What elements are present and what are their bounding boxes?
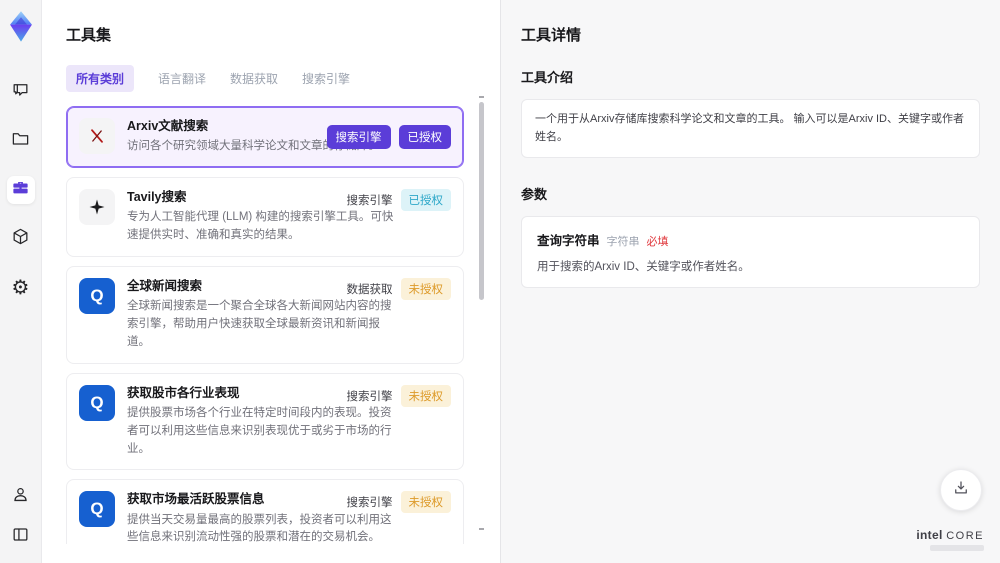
parameter-card: 查询字符串 字符串 必填 用于搜索的Arxiv ID、关键字或作者姓名。: [521, 216, 980, 289]
tool-description: 专为人工智能代理 (LLM) 构建的搜索引擎工具。可快速提供实时、准确和真实的结…: [127, 211, 394, 242]
sidebar-item-models[interactable]: [7, 225, 35, 253]
category-label: 搜索引擎: [346, 497, 393, 510]
cube-icon: [11, 227, 30, 251]
tab-data-fetching[interactable]: 数据获取: [230, 65, 278, 92]
parameter-name: 查询字符串: [537, 234, 600, 249]
scrollbar-bottom-cap: [479, 528, 484, 530]
category-label: 数据获取: [346, 283, 393, 296]
tool-list: Arxiv文献搜索 访问各个研究领域大量科学论文和文章的存储库。 搜索引擎 已授…: [66, 106, 478, 544]
tool-card-arxiv[interactable]: Arxiv文献搜索 访问各个研究领域大量科学论文和文章的存储库。 搜索引擎 已授…: [66, 106, 464, 169]
scrollbar-thumb[interactable]: [479, 102, 484, 300]
tab-all-categories[interactable]: 所有类别: [66, 65, 135, 92]
briefcase-icon: [11, 178, 30, 202]
core-wordmark: CORE: [946, 529, 984, 542]
intel-wordmark: intel: [916, 527, 943, 542]
list-scrollbar[interactable]: [479, 96, 484, 548]
sidebar-item-chat[interactable]: [7, 78, 35, 106]
chat-icon: [11, 80, 30, 104]
tab-language-translation[interactable]: 语言翻译: [158, 65, 206, 92]
user-icon: [11, 485, 30, 509]
tool-description: 全球新闻搜索是一个聚合全球各大新闻网站内容的搜索引擎，帮助用户快速获取全球最新资…: [127, 300, 392, 348]
tool-card-active-stocks[interactable]: Q 获取市场最活跃股票信息 提供当天交易量最高的股票列表，投资者可以利用这些信息…: [66, 479, 464, 544]
gear-icon: ⚙: [11, 277, 30, 299]
stock-logo-icon: Q: [79, 491, 115, 528]
category-label: 搜索引擎: [346, 195, 393, 208]
tool-description: 提供股票市场各个行业在特定时间段内的表现。投资者可以利用这些信息来识别表现优于或…: [127, 406, 392, 455]
sidebar-item-files[interactable]: [7, 127, 35, 155]
news-search-logo-icon: Q: [79, 277, 115, 314]
brand-subtext: [930, 545, 984, 551]
folder-icon: [11, 129, 30, 153]
auth-status-badge: 未授权: [400, 277, 451, 300]
detail-title: 工具详情: [521, 27, 582, 44]
tab-search-engine[interactable]: 搜索引擎: [302, 65, 350, 92]
sidebar-bottom: [7, 483, 35, 551]
tool-intro-box: 一个用于从Arxiv存储库搜索科学论文和文章的工具。 输入可以是Arxiv ID…: [521, 99, 980, 159]
page-title: 工具集: [66, 27, 112, 44]
category-tabs: 所有类别 语言翻译 数据获取 搜索引擎: [66, 65, 478, 92]
download-icon: [952, 479, 970, 502]
app-logo: [6, 10, 36, 44]
tool-detail-panel: 工具详情 工具介绍 一个用于从Arxiv存储库搜索科学论文和文章的工具。 输入可…: [500, 0, 1000, 563]
category-badge: 搜索引擎: [326, 125, 391, 150]
tool-list-panel: 工具集 所有类别 语言翻译 数据获取 搜索引擎 Arxiv文献搜索 访问各个研究…: [42, 0, 500, 563]
parameter-required-flag: 必填: [646, 236, 669, 249]
auth-status-badge: 已授权: [400, 189, 451, 212]
stock-logo-icon: Q: [79, 384, 115, 421]
arxiv-logo-icon: [79, 118, 115, 154]
scrollbar-top-cap: [479, 96, 484, 98]
auth-status-badge: 未授权: [400, 491, 451, 514]
tool-card-global-news[interactable]: Q 全球新闻搜索 全球新闻搜索是一个聚合全球各大新闻网站内容的搜索引擎，帮助用户…: [66, 265, 464, 364]
intel-core-logo: intel CORE: [916, 527, 984, 551]
params-heading: 参数: [521, 187, 548, 203]
tool-card-sector-performance[interactable]: Q 获取股市各行业表现 提供股票市场各个行业在特定时间段内的表现。投资者可以利用…: [66, 372, 464, 471]
tavily-logo-icon: [79, 189, 115, 226]
sidebar-nav: ⚙: [6, 78, 35, 302]
collapse-sidebar-button[interactable]: [7, 523, 35, 551]
left-sidebar: ⚙: [0, 0, 42, 563]
download-button[interactable]: [940, 469, 982, 511]
tool-description: 提供当天交易量最高的股票列表，投资者可以利用这些信息来识别流动性强的股票和潜在的…: [127, 513, 392, 544]
parameter-type: 字符串: [606, 236, 640, 249]
layout-panel-icon: [11, 525, 30, 549]
sidebar-item-settings[interactable]: ⚙: [7, 274, 35, 302]
user-avatar[interactable]: [7, 483, 35, 511]
sidebar-item-toolbox[interactable]: [6, 176, 35, 204]
category-label: 搜索引擎: [346, 390, 393, 403]
parameter-description: 用于搜索的Arxiv ID、关键字或作者姓名。: [537, 261, 750, 274]
auth-status-badge: 已授权: [398, 125, 451, 150]
tool-card-tavily[interactable]: Tavily搜索 专为人工智能代理 (LLM) 构建的搜索引擎工具。可快速提供实…: [66, 177, 464, 257]
auth-status-badge: 未授权: [400, 384, 451, 407]
intro-heading: 工具介绍: [521, 70, 574, 85]
